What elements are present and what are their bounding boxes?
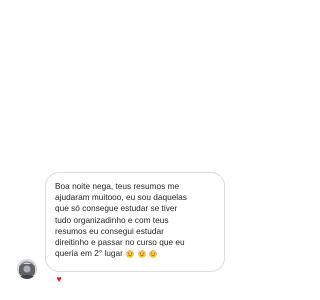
profile-avatar-icon: [17, 259, 37, 279]
profile-avatar-icon[interactable]: [17, 259, 37, 279]
message-line: tudo organizadinho e com teus: [55, 214, 169, 225]
message-line: resumos eu consegui estudar: [55, 225, 164, 236]
heart-icon[interactable]: ♥: [54, 274, 64, 284]
message-line: que só consegue estudar se tiver: [55, 203, 178, 214]
smiling-face-with-heart-eyes-icon: [137, 250, 146, 259]
message-bubble[interactable]: Boa noite nega, teus resumos me ajudaram…: [45, 172, 225, 272]
chat-screen: Boa noite nega, teus resumos me ajudaram…: [0, 0, 300, 300]
smiling-face-with-heart-eyes-icon: [126, 250, 135, 259]
smiling-face-with-heart-eyes-icon: [149, 250, 157, 259]
message-line: ajudaram muitooo, eu sou daquelas: [55, 192, 187, 203]
reaction-heart: ♥: [56, 274, 62, 284]
message-line-with-emojis: queria em 2° lugar: [55, 248, 216, 259]
message-line: direitinho e passar no curso que eu: [55, 237, 185, 248]
message-line: Boa noite nega, teus resumos me: [55, 181, 180, 191]
emoji-group: [126, 248, 158, 259]
message-line: queria em 2° lugar: [55, 248, 123, 259]
